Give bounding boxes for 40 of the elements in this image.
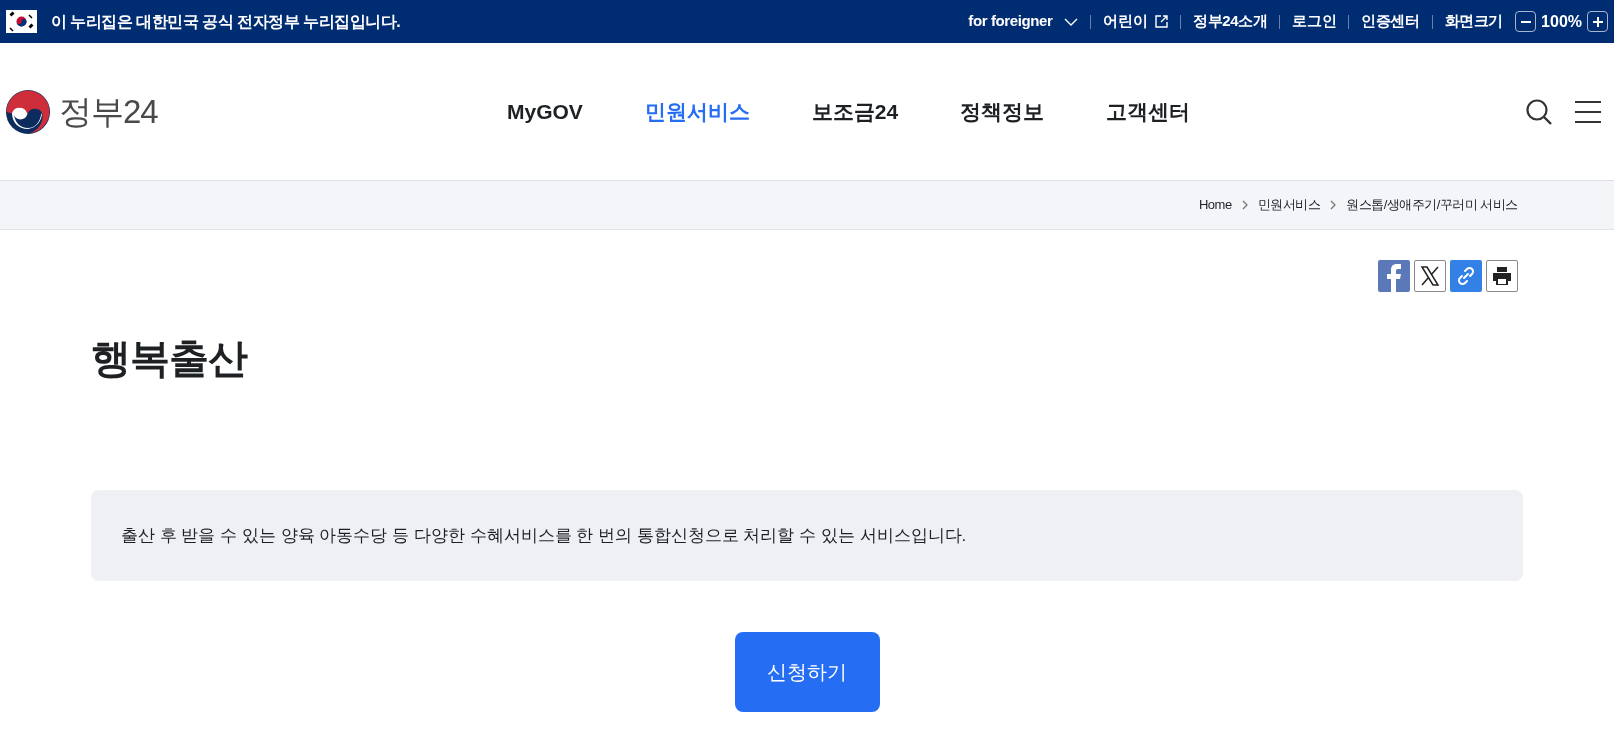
utility-link[interactable]: 인증센터 [1361, 10, 1420, 33]
zoom-level: 100% [1541, 11, 1582, 32]
flag-icon [6, 10, 37, 33]
search-icon[interactable] [1525, 97, 1553, 126]
logo-text[interactable]: 정부24 [59, 86, 158, 137]
service-description: 출산 후 받을 수 있는 양육 아동수당 등 다양한 수혜서비스를 한 번의 통합신청으로 처리할 수 있는 서비스입니다. [121, 524, 967, 547]
chevron-right-icon [1241, 200, 1248, 210]
gov-banner-text: 이 누리집은 대한민국 공식 전자정부 누리집입니다. [51, 11, 401, 32]
apply-button[interactable]: 신청하기 [734, 632, 880, 712]
x-logo-icon [1420, 266, 1440, 286]
nav-tab[interactable]: 민원서비스 [644, 95, 750, 128]
plus-icon [1592, 16, 1603, 27]
breadcrumb-link[interactable]: Home [1198, 195, 1232, 215]
printer-icon [1492, 267, 1512, 285]
x-share-button[interactable] [1414, 260, 1446, 292]
facebook-share-button[interactable] [1378, 260, 1410, 292]
nav-tab[interactable]: 보조금24 [811, 95, 899, 128]
nav-tab[interactable]: 고객센터 [1106, 95, 1191, 128]
minus-icon [1520, 20, 1531, 23]
copy-link-button[interactable] [1450, 260, 1482, 292]
utility-link[interactable]: 화면크기 [1444, 10, 1504, 33]
logo-emblem-icon [5, 88, 51, 135]
utility-link[interactable]: 정부24소개 [1193, 10, 1268, 33]
print-button[interactable] [1486, 260, 1518, 292]
zoom-out-button[interactable] [1515, 11, 1537, 32]
breadcrumb-link[interactable]: 원스톱/생애주기/꾸러미 서비스 [1346, 195, 1518, 215]
nav-tab[interactable]: 정책정보 [960, 95, 1045, 128]
chevron-down-icon [1064, 17, 1079, 26]
breadcrumb-link[interactable]: 민원서비스 [1257, 195, 1321, 215]
utility-link[interactable]: 로그인 [1292, 10, 1337, 33]
page-title: 행복출산 [91, 335, 249, 382]
external-link-icon [1155, 15, 1169, 28]
facebook-icon [1386, 264, 1402, 292]
utility-link[interactable]: 어린이 [1103, 10, 1169, 33]
language-dropdown[interactable]: for foreigner [968, 10, 1079, 33]
menu-icon[interactable] [1575, 100, 1601, 123]
chevron-right-icon [1330, 200, 1337, 210]
zoom-in-button[interactable] [1587, 11, 1608, 32]
link-icon [1456, 266, 1476, 286]
nav-tab[interactable]: MyGOV [507, 95, 583, 128]
